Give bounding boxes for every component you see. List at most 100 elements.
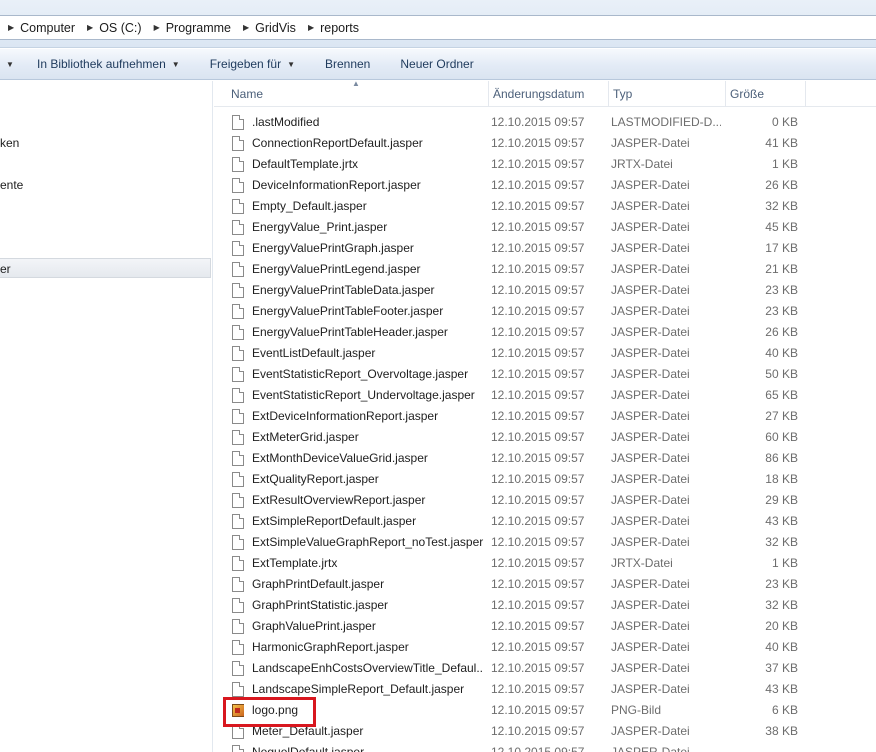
chevron-right-icon[interactable]: ▶ [239, 23, 255, 32]
file-icon-cell [232, 220, 244, 235]
document-icon [232, 472, 244, 487]
breadcrumb-item[interactable]: ▶ Computer [4, 16, 83, 39]
file-row[interactable]: GraphPrintStatistic.jasper 12.10.2015 09:… [214, 595, 876, 616]
breadcrumb-label: reports [320, 20, 359, 35]
document-icon [232, 493, 244, 508]
file-size: 41 KB [765, 136, 798, 150]
file-row[interactable]: NeguelDefault.jasper 12.10.2015 09:57 JASP… [214, 742, 876, 752]
file-size: 17 KB [765, 241, 798, 255]
file-name: HarmonicGraphReport.jasper [252, 640, 409, 654]
column-size[interactable]: Größe [726, 81, 806, 107]
file-row[interactable]: EnergyValuePrintTableFooter.jasper 12.10.… [214, 301, 876, 322]
chevron-right-icon[interactable]: ▶ [83, 23, 99, 32]
file-icon-cell [232, 157, 244, 172]
document-icon [232, 262, 244, 277]
breadcrumb[interactable]: ▶ Computer ▶ OS (C:) ▶ Programme ▶ GridVis ▶ repo… [0, 15, 876, 40]
column-type[interactable]: Typ [609, 81, 726, 107]
organize-button-edge[interactable]: ▼ [0, 49, 22, 79]
file-row[interactable]: ExtSimpleValueGraphReport_noTest.jasper 1… [214, 532, 876, 553]
file-type: JASPER-Datei [611, 745, 690, 752]
file-type: JASPER-Datei [611, 388, 690, 402]
file-row[interactable]: Empty_Default.jasper 12.10.2015 09:57 JASP… [214, 196, 876, 217]
burn-label: Brennen [324, 57, 371, 71]
file-row[interactable]: DefaultTemplate.jrtx 12.10.2015 09:57 JRTX… [214, 154, 876, 175]
chevron-right-icon[interactable]: ▶ [304, 23, 320, 32]
file-row[interactable]: ExtTemplate.jrtx 12.10.2015 09:57 JRTX-Dat… [214, 553, 876, 574]
file-size: 45 KB [765, 220, 798, 234]
chevron-right-icon[interactable]: ▶ [4, 23, 20, 32]
file-icon-cell [232, 241, 244, 256]
file-row[interactable]: ExtQualityReport.jasper 12.10.2015 09:57 J… [214, 469, 876, 490]
breadcrumb-item[interactable]: ▶ Programme [150, 16, 239, 39]
file-icon-cell [232, 178, 244, 193]
file-icon-cell [232, 493, 244, 508]
file-date-modified: 12.10.2015 09:57 [491, 619, 585, 633]
include-in-library-button[interactable]: In Bibliothek aufnehmen ▼ [22, 49, 195, 79]
file-name: Empty_Default.jasper [252, 199, 367, 213]
breadcrumb-item[interactable]: ▶ reports [304, 16, 367, 39]
file-name: GraphValuePrint.jasper [252, 619, 376, 633]
nav-item-partial-2[interactable]: ente [0, 175, 23, 195]
file-row[interactable]: .lastModified 12.10.2015 09:57 LASTMODIFIE… [214, 112, 876, 133]
file-row[interactable]: EnergyValuePrintGraph.jasper 12.10.2015 0… [214, 238, 876, 259]
file-row[interactable]: EventListDefault.jasper 12.10.2015 09:57 J… [214, 343, 876, 364]
file-date-modified: 12.10.2015 09:57 [491, 220, 585, 234]
file-size: 27 KB [765, 409, 798, 423]
file-size: 32 KB [765, 535, 798, 549]
share-with-label: Freigeben für [209, 57, 282, 71]
file-row[interactable]: GraphPrintDefault.jasper 12.10.2015 09:57… [214, 574, 876, 595]
file-type: JASPER-Datei [611, 304, 690, 318]
file-row[interactable]: HarmonicGraphReport.jasper 12.10.2015 09:… [214, 637, 876, 658]
file-size: 1 KB [771, 157, 798, 171]
file-row[interactable]: ExtMeterGrid.jasper 12.10.2015 09:57 JASPE… [214, 427, 876, 448]
file-row[interactable]: EnergyValue_Print.jasper 12.10.2015 09:57… [214, 217, 876, 238]
share-with-button[interactable]: Freigeben für ▼ [195, 49, 310, 79]
file-name: .lastModified [252, 115, 320, 129]
file-icon-cell [232, 619, 244, 634]
file-name: EnergyValuePrintLegend.jasper [252, 262, 421, 276]
nav-item-partial-1[interactable]: ken [0, 133, 19, 153]
breadcrumb-item[interactable]: ▶ GridVis [239, 16, 304, 39]
nav-item-selected[interactable]: er [0, 258, 211, 278]
file-size: 40 KB [765, 640, 798, 654]
new-folder-label: Neuer Ordner [400, 57, 474, 71]
file-size: 32 KB [765, 199, 798, 213]
file-date-modified: 12.10.2015 09:57 [491, 661, 585, 675]
breadcrumb-label: Programme [165, 20, 232, 35]
file-date-modified: 12.10.2015 09:57 [491, 262, 585, 276]
file-icon-cell [232, 451, 244, 466]
breadcrumb-item[interactable]: ▶ OS (C:) [83, 16, 150, 39]
file-type: PNG-Bild [611, 703, 662, 717]
file-row[interactable]: ConnectionReportDefault.jasper 12.10.2015… [214, 133, 876, 154]
file-icon-cell [232, 409, 244, 424]
command-bar: ▼ In Bibliothek aufnehmen ▼ Freigeben fü… [0, 49, 876, 80]
navigation-pane: ken ente er [0, 81, 213, 752]
file-row[interactable]: ExtResultOverviewReport.jasper 12.10.2015… [214, 490, 876, 511]
file-row[interactable]: EnergyValuePrintTableData.jasper 12.10.20… [214, 280, 876, 301]
file-icon-cell [232, 283, 244, 298]
file-row[interactable]: ExtDeviceInformationReport.jasper 12.10.2… [214, 406, 876, 427]
chevron-down-icon: ▼ [171, 59, 180, 69]
new-folder-button[interactable]: Neuer Ordner [385, 49, 488, 79]
file-row[interactable]: EnergyValuePrintTableHeader.jasper 12.10.… [214, 322, 876, 343]
file-size: 1 KB [771, 556, 798, 570]
column-name[interactable]: Name [227, 81, 489, 107]
file-row[interactable]: EnergyValuePrintLegend.jasper 12.10.2015 … [214, 259, 876, 280]
file-type: JRTX-Datei [611, 157, 673, 171]
file-row[interactable]: GraphValuePrint.jasper 12.10.2015 09:57 JA… [214, 616, 876, 637]
file-row[interactable]: ExtSimpleReportDefault.jasper 12.10.2015 … [214, 511, 876, 532]
file-row[interactable]: EventStatisticReport_Undervoltage.jasper… [214, 385, 876, 406]
file-size: 29 KB [765, 493, 798, 507]
file-row[interactable]: EventStatisticReport_Overvoltage.jasper 1… [214, 364, 876, 385]
file-icon-cell [232, 199, 244, 214]
chevron-right-icon[interactable]: ▶ [150, 23, 166, 32]
file-row[interactable]: DeviceInformationReport.jasper 12.10.2015… [214, 175, 876, 196]
column-date-modified[interactable]: Änderungsdatum [489, 81, 609, 107]
file-row[interactable]: ExtMonthDeviceValueGrid.jasper 12.10.2015… [214, 448, 876, 469]
file-name: ExtQualityReport.jasper [252, 472, 379, 486]
document-icon [232, 661, 244, 676]
file-icon-cell [232, 388, 244, 403]
file-name: GraphPrintStatistic.jasper [252, 598, 389, 612]
file-row[interactable]: LandscapeEnhCostsOverviewTitle_Defaul...… [214, 658, 876, 679]
burn-button[interactable]: Brennen [310, 49, 385, 79]
